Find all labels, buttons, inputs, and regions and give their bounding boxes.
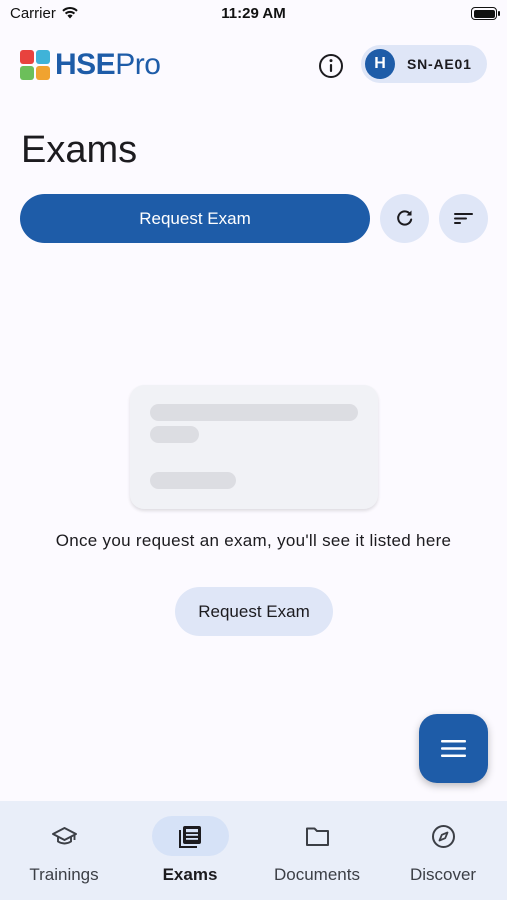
- graduation-cap-icon: [52, 827, 77, 845]
- nav-item-trainings[interactable]: Trainings: [1, 801, 127, 900]
- info-icon: [319, 54, 343, 78]
- menu-fab[interactable]: [419, 714, 488, 783]
- newspaper-icon: [179, 826, 201, 848]
- empty-state-message: Once you request an exam, you'll see it …: [55, 531, 452, 550]
- nav-item-documents[interactable]: Documents: [254, 801, 380, 900]
- status-time: 11:29 AM: [221, 5, 286, 22]
- menu-icon: [441, 740, 466, 757]
- empty-state-illustration: [130, 385, 378, 509]
- status-bar: Carrier 11:29 AM: [0, 0, 507, 30]
- logo-mark: [20, 50, 50, 80]
- refresh-icon: [397, 210, 413, 226]
- logo-tile: [20, 66, 34, 80]
- app-logo: HSEPro: [55, 47, 161, 83]
- request-exam-button[interactable]: Request Exam: [20, 194, 370, 243]
- sort-icon: [454, 213, 473, 224]
- app-header: HSEPro H SN-AE01: [0, 40, 507, 90]
- account-chip[interactable]: H SN-AE01: [361, 45, 487, 83]
- compass-icon: [432, 825, 455, 848]
- logo-tile: [20, 50, 34, 64]
- sort-button[interactable]: [439, 194, 488, 243]
- nav-item-discover[interactable]: Discover: [380, 801, 506, 900]
- empty-state-request-exam-button[interactable]: Request Exam: [175, 587, 333, 636]
- placeholder-line: [150, 472, 236, 489]
- avatar: H: [365, 49, 395, 79]
- logo-text-bold: HSE: [55, 48, 116, 81]
- placeholder-line: [150, 404, 358, 421]
- nav-label: Discover: [409, 865, 477, 884]
- info-button[interactable]: [316, 51, 346, 81]
- nav-label: Exams: [162, 865, 218, 884]
- battery-icon: [471, 7, 500, 20]
- refresh-button[interactable]: [380, 194, 429, 243]
- folder-icon: [306, 827, 329, 846]
- nav-label: Trainings: [29, 865, 99, 884]
- account-label: SN-AE01: [407, 56, 472, 72]
- logo-tile: [36, 50, 50, 64]
- bottom-navigation: Trainings Exams Documents Discover: [0, 801, 507, 900]
- logo-text-light: Pro: [115, 48, 161, 81]
- page-title: Exams: [21, 129, 138, 171]
- nav-label: Documents: [274, 865, 360, 884]
- logo-tile: [36, 66, 50, 80]
- placeholder-line: [150, 426, 199, 443]
- nav-item-exams[interactable]: Exams: [127, 801, 253, 900]
